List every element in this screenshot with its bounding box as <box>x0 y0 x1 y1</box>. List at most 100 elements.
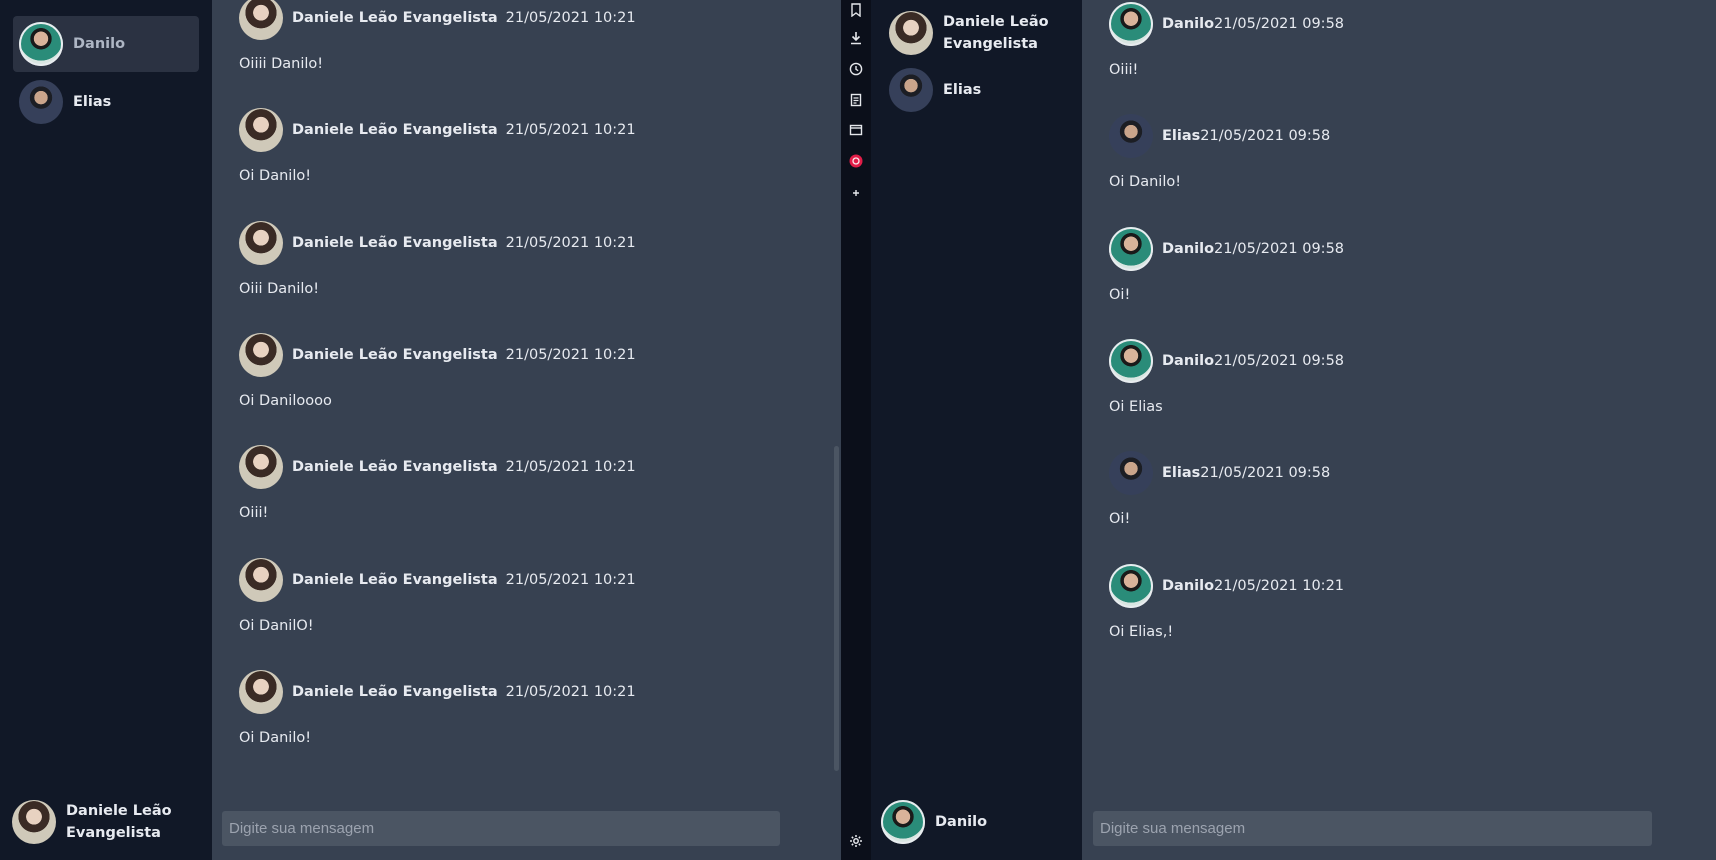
avatar <box>12 800 56 844</box>
message-text: Oi Danilo! <box>239 168 312 185</box>
message-author: Daniele Leão Evangelista <box>292 459 498 476</box>
current-user-name-line1: Daniele Leão <box>66 803 172 819</box>
message-text: Oi! <box>1109 511 1131 528</box>
message-timestamp: 21/05/2021 10:21 <box>1214 577 1345 594</box>
message-timestamp: 21/05/2021 10:21 <box>505 683 636 700</box>
message-timestamp: 21/05/2021 09:58 <box>1214 352 1345 369</box>
message-input[interactable] <box>1093 811 1652 846</box>
avatar <box>19 22 63 66</box>
message-header: Elias 21/05/2021 09:58 <box>1109 451 1331 496</box>
message-text: Oiii! <box>239 505 269 522</box>
message-timestamp: 21/05/2021 10:21 <box>505 459 636 476</box>
right-chat-panel: Danilo 21/05/2021 09:58 Oiii! Elias 21/05/20… <box>1082 0 1716 860</box>
message-text: Oi Elias,! <box>1109 623 1174 640</box>
message-author: Daniele Leão Evangelista <box>292 683 498 700</box>
left-sidebar: Danilo Elias Daniele Leão Evangelista <box>0 0 212 860</box>
message-author: Daniele Leão Evangelista <box>292 234 498 251</box>
avatar <box>889 11 933 55</box>
add-icon[interactable] <box>841 183 871 203</box>
left-contact-list: Danilo Elias <box>0 0 212 790</box>
message-author: Danilo <box>1162 577 1215 594</box>
message-header: Daniele Leão Evangelista 21/05/2021 10:21 <box>239 669 636 714</box>
message-timestamp: 21/05/2021 10:21 <box>505 10 636 26</box>
avatar <box>19 80 63 124</box>
avatar <box>239 557 283 602</box>
contact-daniele[interactable]: Daniele Leão Evangelista <box>883 4 1070 62</box>
avatar <box>239 332 283 377</box>
left-message-list[interactable]: Daniele Leão Evangelista 21/05/2021 10:21… <box>212 0 841 790</box>
message-text: Oi Elias <box>1109 398 1163 415</box>
message-text: Oiii Danilo! <box>239 280 320 297</box>
message-author: Daniele Leão Evangelista <box>292 122 498 139</box>
message-timestamp: 21/05/2021 09:58 <box>1214 240 1345 257</box>
contact-name: Danilo <box>73 36 126 52</box>
download-icon[interactable] <box>841 28 871 48</box>
history-icon[interactable] <box>841 59 871 79</box>
message-timestamp: 21/05/2021 10:21 <box>505 122 636 139</box>
message-timestamp: 21/05/2021 09:58 <box>1214 16 1345 32</box>
current-user-name: Daniele Leão Evangelista <box>66 800 172 844</box>
avatar <box>1109 2 1153 46</box>
current-user-name-line2: Evangelista <box>66 825 161 841</box>
avatar <box>239 445 283 490</box>
message-author: Danilo <box>1162 352 1215 369</box>
message-header: Daniele Leão Evangelista 21/05/2021 10:21 <box>239 332 636 377</box>
message-text: Oi! <box>1109 286 1131 303</box>
message-timestamp: 21/05/2021 09:58 <box>1200 128 1331 145</box>
message-author: Daniele Leão Evangelista <box>292 571 498 588</box>
message-timestamp: 21/05/2021 10:21 <box>505 234 636 251</box>
right-sidebar: Daniele Leão Evangelista Elias Danilo <box>871 0 1082 860</box>
contact-name-line2: Evangelista <box>943 36 1038 52</box>
avatar <box>239 669 283 714</box>
message-header: Danilo 21/05/2021 09:58 <box>1109 2 1344 46</box>
message-header: Danilo 21/05/2021 09:58 <box>1109 226 1345 271</box>
message-header: Danilo 21/05/2021 09:58 <box>1109 338 1345 383</box>
contact-danilo[interactable]: Danilo <box>13 16 199 72</box>
message-author: Daniele Leão Evangelista <box>292 346 498 363</box>
contact-name: Daniele Leão Evangelista <box>943 11 1049 55</box>
message-author: Danilo <box>1162 240 1215 257</box>
message-header: Daniele Leão Evangelista 21/05/2021 10:21 <box>239 108 636 153</box>
avatar <box>239 0 283 40</box>
avatar <box>1109 451 1153 496</box>
message-author: Daniele Leão Evangelista <box>292 10 498 26</box>
avatar <box>1109 114 1153 159</box>
bookmark-icon[interactable] <box>841 0 871 20</box>
message-timestamp: 21/05/2021 09:58 <box>1200 465 1331 482</box>
message-author: Elias <box>1162 465 1201 482</box>
message-input[interactable] <box>222 811 780 846</box>
message-header: Daniele Leão Evangelista 21/05/2021 10:21 <box>239 0 636 40</box>
message-timestamp: 21/05/2021 10:21 <box>505 571 636 588</box>
current-user: Danilo <box>871 790 1082 854</box>
current-user: Daniele Leão Evangelista <box>0 790 212 854</box>
message-header: Elias 21/05/2021 09:58 <box>1109 114 1331 159</box>
message-text: Oi Danilo! <box>239 729 312 746</box>
contact-name: Elias <box>73 94 112 110</box>
left-chat-panel: Daniele Leão Evangelista 21/05/2021 10:21… <box>212 0 940 860</box>
message-text: Oi Daniloooo <box>239 392 332 409</box>
avatar <box>889 68 933 112</box>
contact-elias[interactable]: Elias <box>13 74 199 130</box>
avatar <box>881 800 925 844</box>
message-text: Oiii! <box>1109 62 1139 78</box>
avatar <box>239 220 283 265</box>
settings-icon[interactable] <box>841 831 871 851</box>
contact-elias[interactable]: Elias <box>883 64 1070 116</box>
right-message-list[interactable]: Danilo 21/05/2021 09:58 Oiii! Elias 21/05/20… <box>1082 0 1716 790</box>
extension-icon[interactable] <box>841 151 871 171</box>
contact-name: Elias <box>943 82 982 98</box>
message-text: Oi DanilO! <box>239 617 314 634</box>
notes-icon[interactable] <box>841 90 871 110</box>
scrollbar[interactable] <box>834 446 839 771</box>
message-author: Danilo <box>1162 16 1215 32</box>
avatar <box>1109 563 1153 608</box>
message-timestamp: 21/05/2021 10:21 <box>505 346 636 363</box>
message-author: Elias <box>1162 128 1201 145</box>
window-icon[interactable] <box>841 120 871 140</box>
contact-name-line1: Daniele Leão <box>943 14 1049 30</box>
right-contact-list: Daniele Leão Evangelista Elias <box>871 0 1082 790</box>
browser-side-rail <box>841 0 871 860</box>
message-text: Oiiii Danilo! <box>239 56 324 72</box>
message-text: Oi Danilo! <box>1109 174 1182 191</box>
message-header: Daniele Leão Evangelista 21/05/2021 10:21 <box>239 557 636 602</box>
